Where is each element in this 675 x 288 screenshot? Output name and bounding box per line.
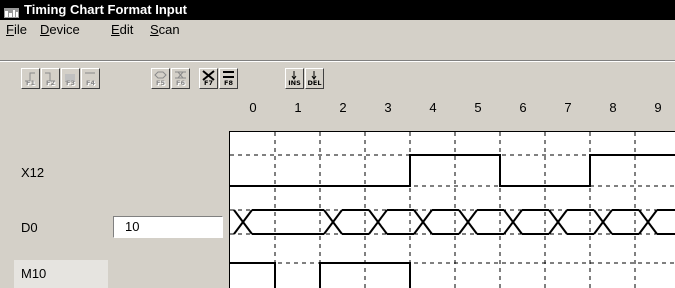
column-number: 8 <box>609 100 617 115</box>
f8-button[interactable]: F8 <box>219 68 238 89</box>
device-label-m10: M10 <box>21 266 47 281</box>
column-number: 7 <box>564 100 572 115</box>
f6-label: F6 <box>176 79 185 87</box>
menu-edit-mnemonic: E <box>111 22 120 37</box>
del-label: DEL <box>307 79 322 87</box>
f4-button[interactable]: F4 <box>81 68 100 89</box>
column-number: 0 <box>249 100 257 115</box>
f8-label: F8 <box>224 79 233 87</box>
menu-scan-mnemonic: S <box>150 22 159 37</box>
column-number: 1 <box>294 100 302 115</box>
f1-label: F1 <box>26 79 35 87</box>
f6-button[interactable]: F6 <box>171 68 190 89</box>
f7-label: F7 <box>204 79 213 87</box>
menu-device-mnemonic: D <box>40 22 50 37</box>
title-bar: Timing Chart Format Input <box>0 0 675 20</box>
f1-button[interactable]: F1 <box>21 68 40 89</box>
ins-label: INS <box>288 79 301 87</box>
column-number: 6 <box>519 100 527 115</box>
menu-device-label: evice <box>49 22 80 37</box>
column-number: 4 <box>429 100 437 115</box>
menu-file-mnemonic: F <box>6 22 14 37</box>
f5-button[interactable]: F5 <box>151 68 170 89</box>
menu-scan[interactable]: Scan <box>150 22 180 38</box>
d0-value-field[interactable]: 10 <box>113 216 223 238</box>
timing-chart-svg <box>230 132 675 288</box>
menu-separator-highlight <box>0 61 675 62</box>
m10-waveform <box>230 262 411 288</box>
ins-button[interactable]: INS <box>285 68 304 89</box>
window-title: Timing Chart Format Input <box>24 2 187 17</box>
del-button[interactable]: DEL <box>305 68 324 89</box>
f5-label: F5 <box>156 79 165 87</box>
menu-edit-label: dit <box>119 22 134 37</box>
x12-waveform <box>230 154 675 187</box>
menu-device[interactable]: Device <box>40 22 80 38</box>
menu-file[interactable]: File <box>6 22 27 38</box>
menu-scan-label: can <box>158 22 180 37</box>
app-icon <box>4 5 19 18</box>
f3-label: F3 <box>66 79 75 87</box>
f7-button[interactable]: F7 <box>199 68 218 89</box>
timing-chart-area[interactable] <box>229 131 675 288</box>
column-number: 2 <box>339 100 347 115</box>
f3-button[interactable]: F3 <box>61 68 80 89</box>
column-number: 5 <box>474 100 482 115</box>
menu-edit[interactable]: Edit <box>111 22 133 38</box>
f4-label: F4 <box>86 79 95 87</box>
menu-bar: File Device Edit Scan <box>0 20 675 40</box>
timing-chart-window: Timing Chart Format Input File Device Ed… <box>0 0 675 288</box>
f2-label: F2 <box>46 79 55 87</box>
menu-file-label: ile <box>13 22 27 37</box>
device-label-d0: D0 <box>21 220 38 235</box>
device-label-x12: X12 <box>21 165 45 180</box>
f2-button[interactable]: F2 <box>41 68 60 89</box>
column-number: 3 <box>384 100 392 115</box>
column-number: 9 <box>654 100 662 115</box>
